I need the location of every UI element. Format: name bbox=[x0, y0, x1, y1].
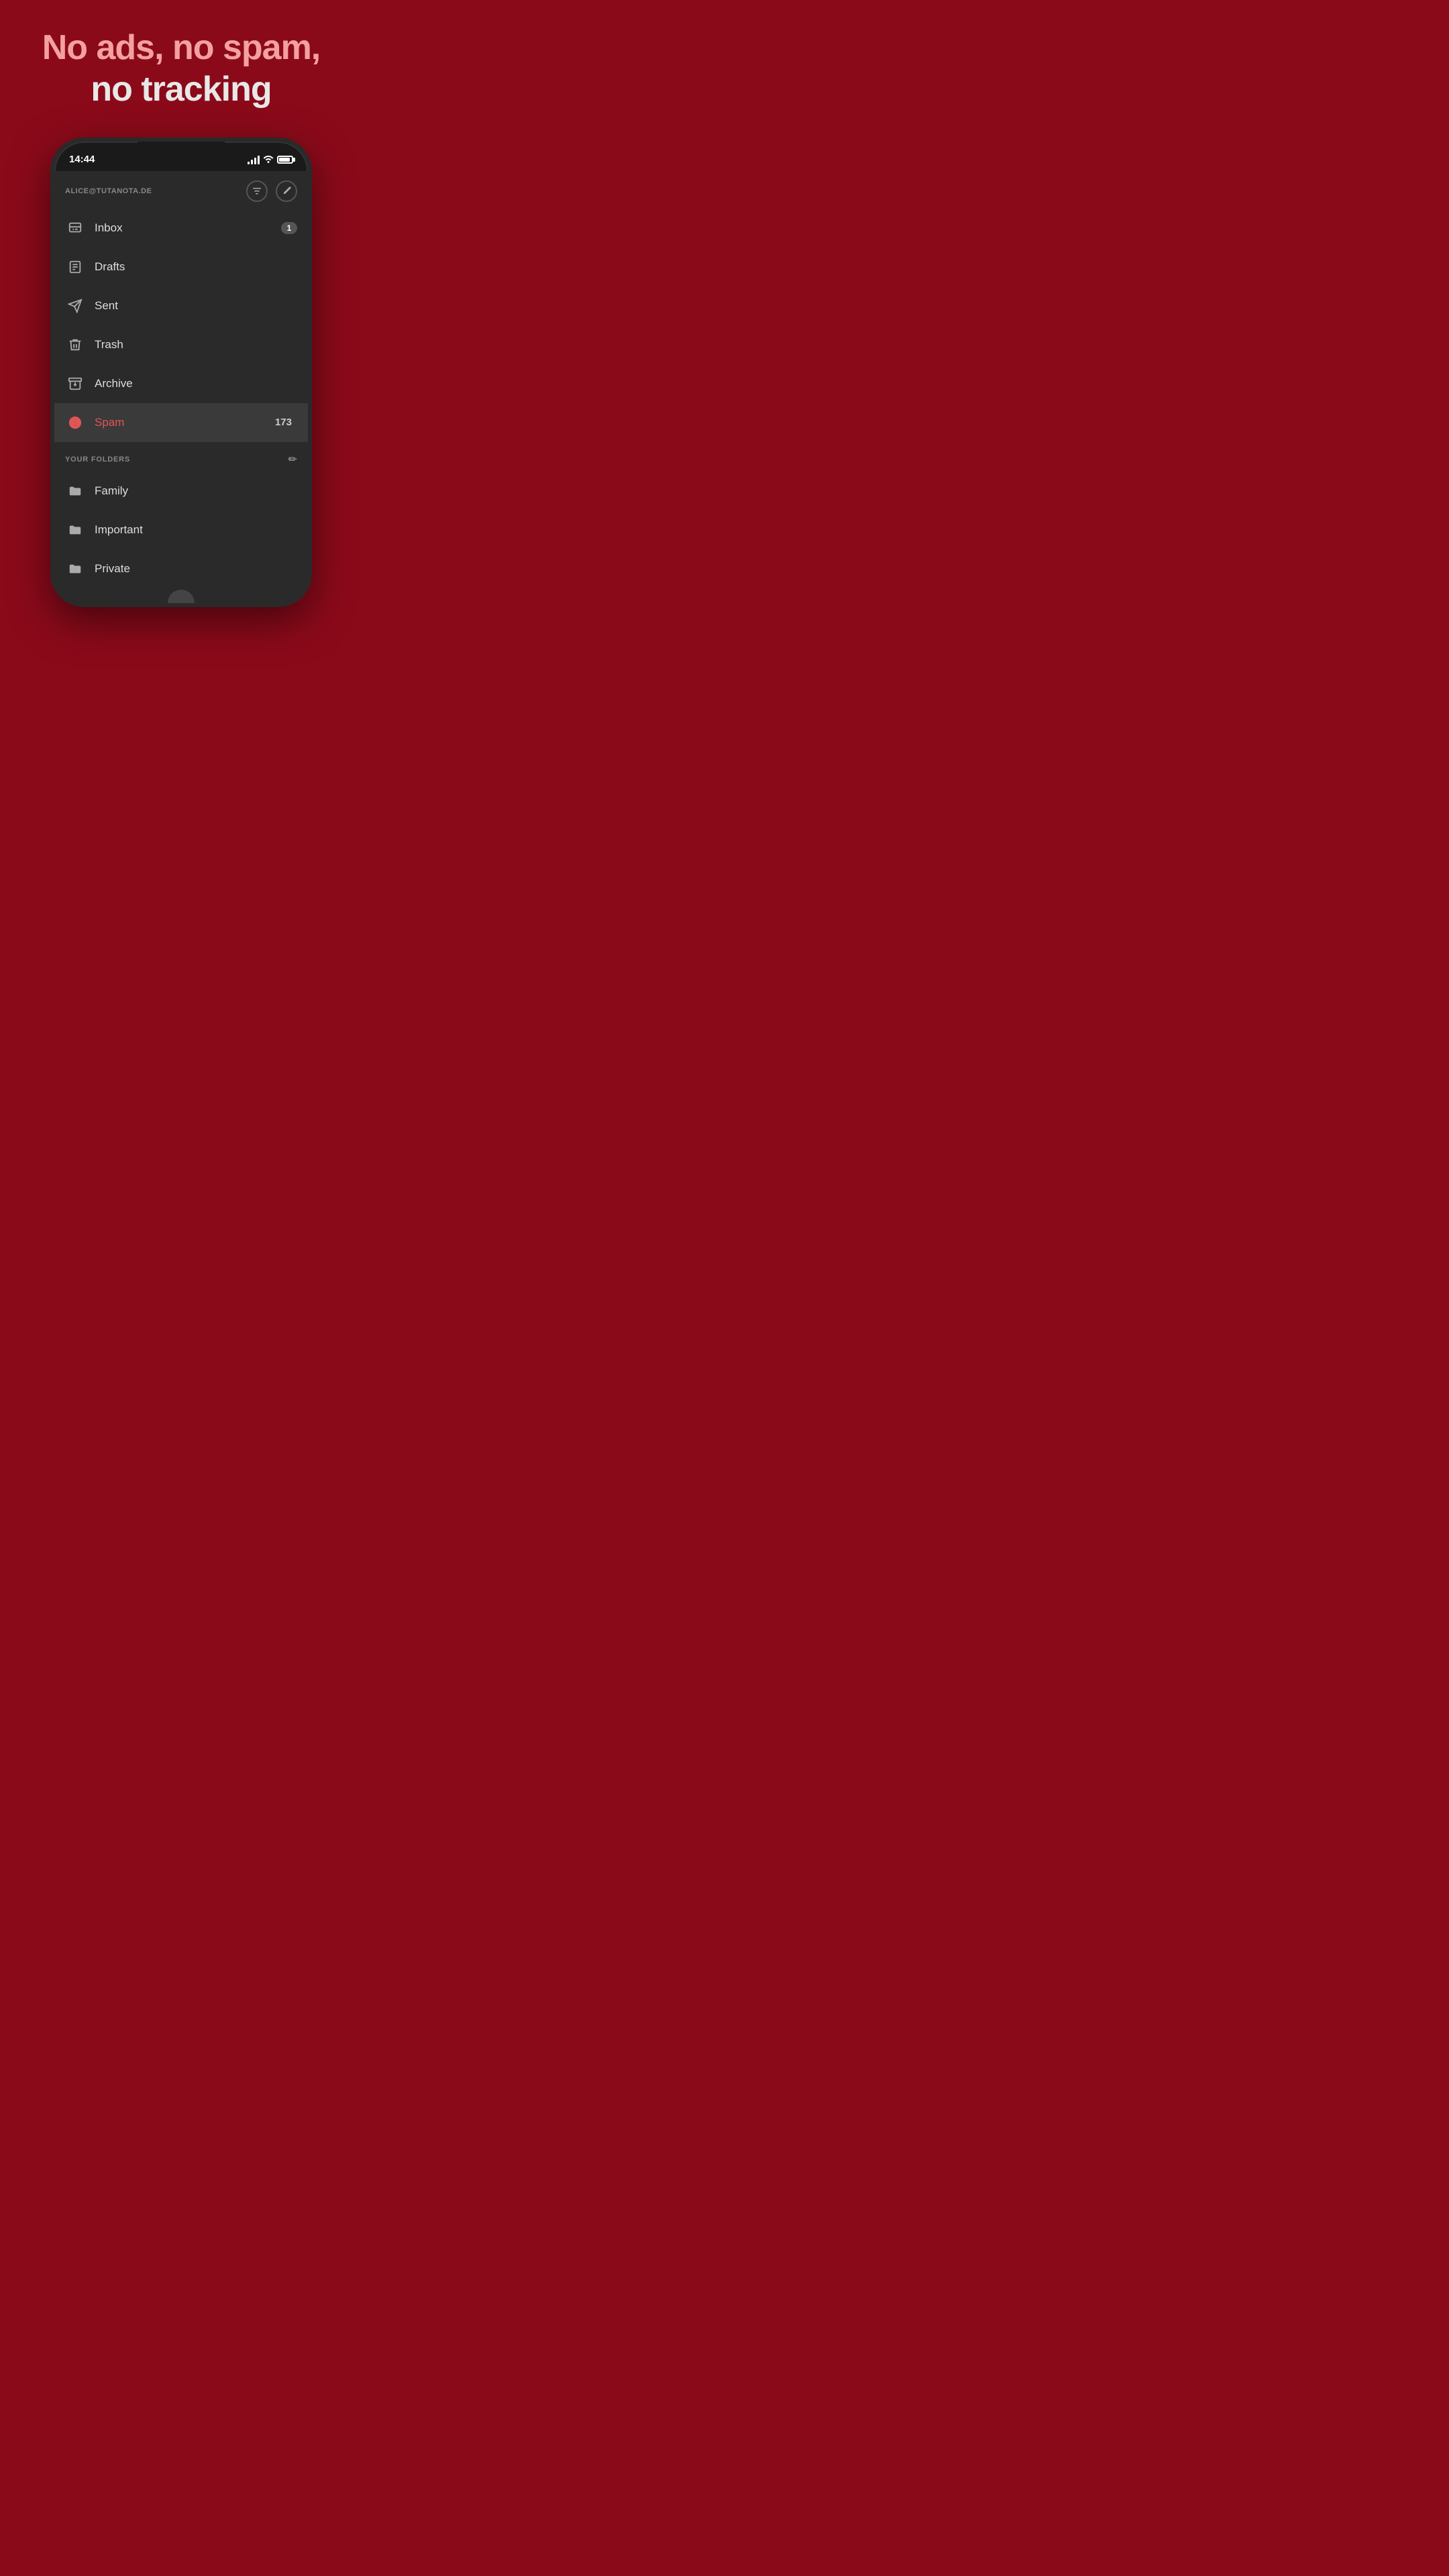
sidebar-item-sent[interactable]: Sent bbox=[54, 286, 308, 325]
spam-icon bbox=[65, 413, 85, 433]
sidebar-item-spam[interactable]: Spam 173 bbox=[54, 403, 308, 442]
headline-text: No ads, no spam, no tracking bbox=[42, 27, 321, 111]
sidebar-item-trash[interactable]: Trash bbox=[54, 325, 308, 364]
folders-section-title: YOUR FOLDERS bbox=[65, 455, 130, 464]
drafts-icon bbox=[65, 257, 85, 277]
phone-frame: 14:44 ALICE@TUTANOTA.DE bbox=[50, 138, 312, 607]
app-content: ALICE@TUTANOTA.DE bbox=[54, 171, 308, 603]
headline-line2: no tracking bbox=[91, 70, 271, 109]
sent-label: Sent bbox=[95, 299, 297, 313]
wifi-icon bbox=[263, 154, 274, 165]
folders-edit-button[interactable]: ✏ bbox=[288, 453, 297, 466]
top-actions bbox=[246, 180, 297, 202]
spam-label: Spam bbox=[95, 416, 260, 429]
inbox-label: Inbox bbox=[95, 221, 272, 235]
headline: No ads, no spam, no tracking bbox=[22, 0, 341, 131]
family-folder-icon bbox=[65, 481, 85, 501]
account-email: ALICE@TUTANOTA.DE bbox=[65, 187, 152, 195]
phone-notch bbox=[138, 142, 225, 159]
drafts-label: Drafts bbox=[95, 260, 297, 274]
important-label: Important bbox=[95, 523, 297, 537]
spam-badge: 173 bbox=[270, 415, 297, 429]
private-folder-icon bbox=[65, 559, 85, 579]
archive-icon bbox=[65, 374, 85, 394]
trash-icon bbox=[65, 335, 85, 355]
family-label: Family bbox=[95, 484, 297, 498]
compose-button[interactable] bbox=[276, 180, 297, 202]
sent-icon bbox=[65, 296, 85, 316]
archive-label: Archive bbox=[95, 377, 297, 390]
add-folder-label: Add folder bbox=[95, 601, 147, 603]
sidebar-item-inbox[interactable]: Inbox 1 bbox=[54, 209, 308, 248]
add-folder-plus-icon: + bbox=[65, 598, 85, 603]
folders-section-header: YOUR FOLDERS ✏ bbox=[54, 442, 308, 472]
inbox-icon bbox=[65, 218, 85, 238]
filter-button[interactable] bbox=[246, 180, 268, 202]
sidebar-item-private[interactable]: Private bbox=[54, 549, 308, 588]
status-time: 14:44 bbox=[69, 154, 95, 165]
inbox-badge: 1 bbox=[281, 222, 297, 234]
trash-label: Trash bbox=[95, 338, 297, 352]
sidebar-item-archive[interactable]: Archive bbox=[54, 364, 308, 403]
sidebar-item-important[interactable]: Important bbox=[54, 511, 308, 549]
battery-icon bbox=[277, 156, 293, 164]
sidebar-item-family[interactable]: Family bbox=[54, 472, 308, 511]
important-folder-icon bbox=[65, 520, 85, 540]
signal-bars-icon bbox=[248, 155, 260, 164]
top-bar: ALICE@TUTANOTA.DE bbox=[54, 171, 308, 209]
headline-line1: No ads, no spam, bbox=[42, 28, 321, 67]
sidebar-item-drafts[interactable]: Drafts bbox=[54, 248, 308, 286]
status-icons bbox=[248, 154, 293, 165]
private-label: Private bbox=[95, 562, 297, 576]
